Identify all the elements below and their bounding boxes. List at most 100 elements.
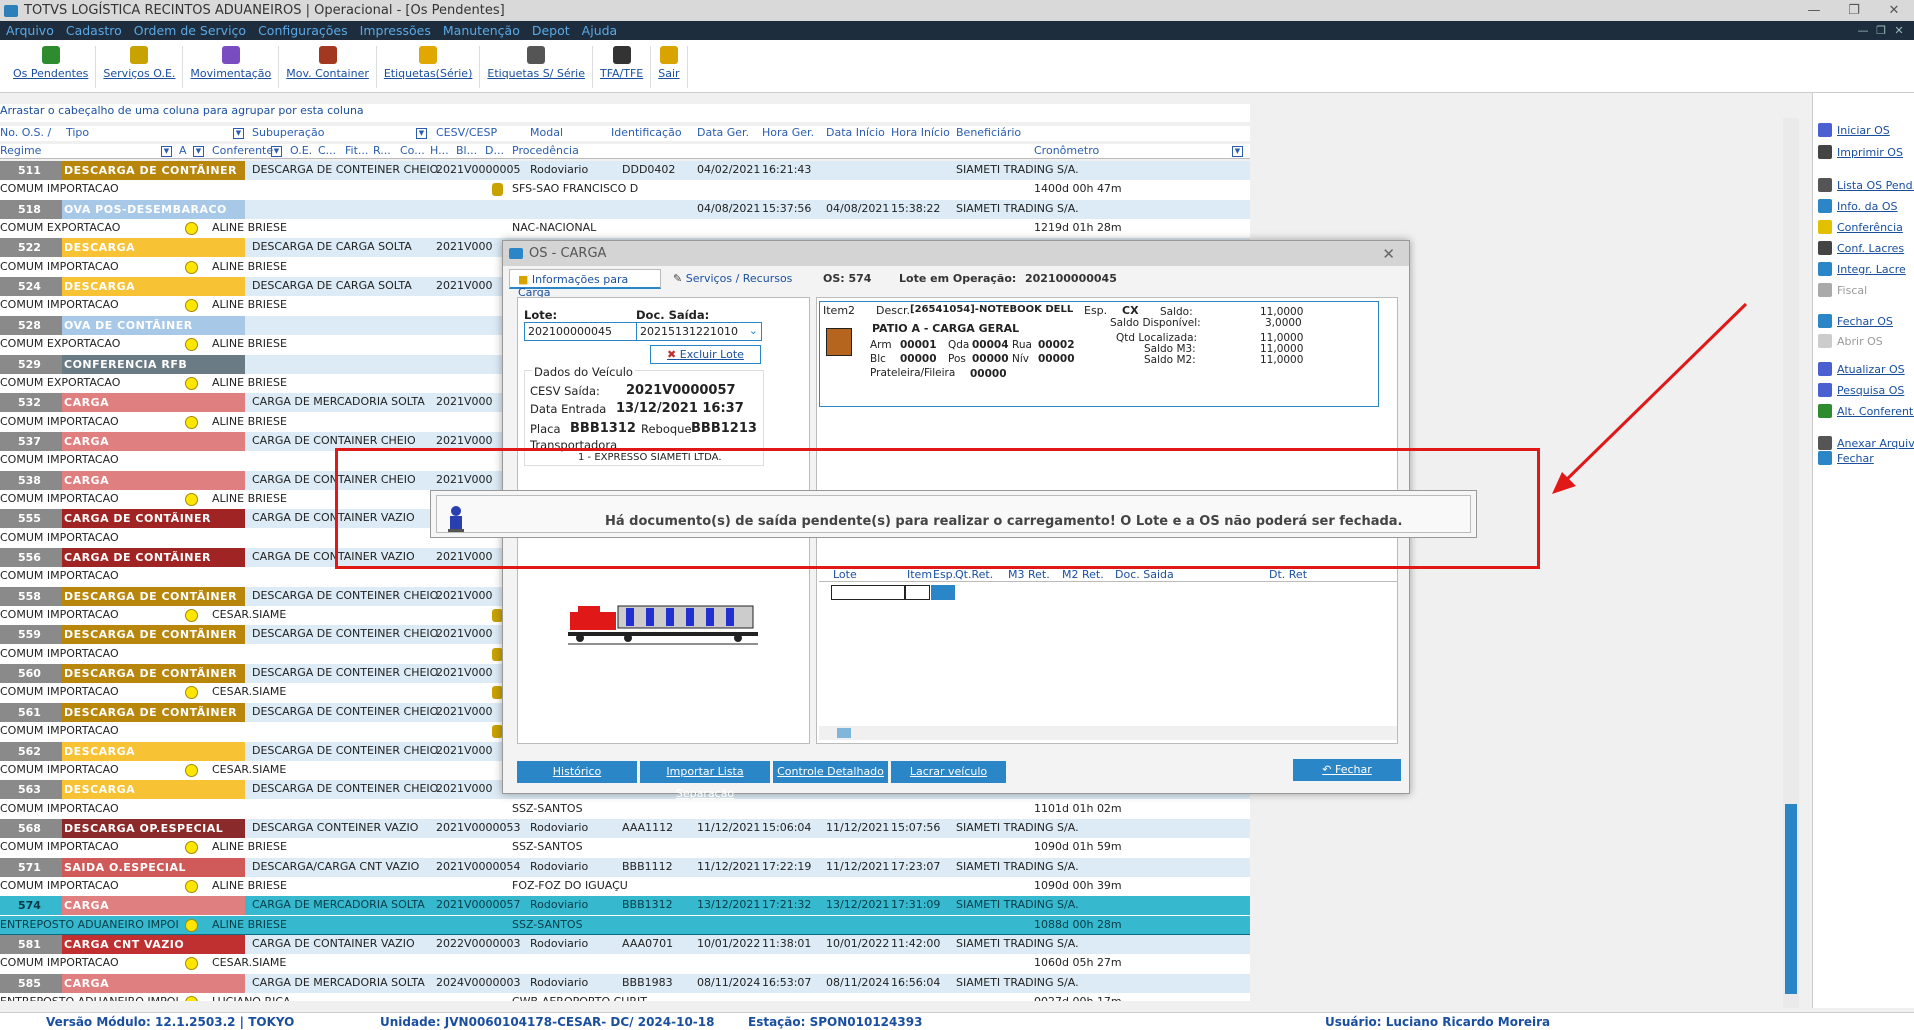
fechar-dialog-button[interactable]: ↶ Fechar [1293, 759, 1401, 781]
suboperacao-filter-icon[interactable]: ▼ [416, 128, 427, 139]
action-14[interactable]: Fechar [1813, 451, 1874, 465]
menu-ajuda[interactable]: Ajuda [576, 23, 624, 38]
col-beneficiario[interactable]: Beneficiário [956, 126, 1021, 139]
col-conferente[interactable]: Conferente [212, 144, 273, 157]
regime-filter-icon[interactable]: ▼ [161, 146, 172, 157]
tipo-cell[interactable]: CARGA [62, 470, 245, 490]
cronometro-filter-icon[interactable]: ▼ [1232, 146, 1243, 157]
os-number-cell[interactable]: 511 [0, 161, 62, 180]
action-6[interactable]: Integr. Lacre [1813, 262, 1906, 276]
tipo-cell[interactable]: DESCARGA [62, 277, 245, 297]
os-number-cell[interactable]: 556 [0, 548, 62, 567]
table-row-detail[interactable]: COMUM IMPORTACAO CESAR.SIAME 1060d 05h 27m [0, 954, 1250, 974]
toolbar-button-3[interactable]: Mov. Container [279, 46, 377, 88]
col-cesv[interactable]: CESV/CESP [436, 126, 497, 139]
horizontal-scrollbar[interactable] [819, 726, 1397, 740]
action-13[interactable]: Anexar Arquivos [1813, 436, 1914, 450]
os-number-cell[interactable]: 529 [0, 354, 62, 374]
toolbar-button-2[interactable]: Movimentação [183, 46, 280, 88]
os-number-cell[interactable]: 555 [0, 509, 62, 529]
os-number-cell[interactable]: 528 [0, 315, 62, 335]
importar-lista-button[interactable]: Importar Lista Separação [640, 761, 770, 800]
os-number-cell[interactable]: 568 [0, 818, 62, 838]
table-row-detail[interactable]: ENTREPOSTO ADUANEIRO IMPOI LUCIANO RICA CW… [0, 993, 1250, 1001]
col-m2-ret[interactable]: M2 Ret. [1062, 568, 1104, 581]
table-row[interactable]: 571 SAIDA O.ESPECIAL DESCARGA/CARGA CNT VA… [0, 857, 1250, 877]
os-number-cell[interactable]: 563 [0, 780, 62, 800]
excluir-lote-button[interactable]: ✖ Excluir Lote [650, 345, 761, 364]
col-hora-ger[interactable]: Hora Ger. [762, 126, 814, 139]
tipo-cell[interactable]: OVA POS-DESEMBARACO [62, 199, 245, 219]
col-r[interactable]: R... [373, 144, 391, 157]
col-doc-saida[interactable]: Doc. Saida [1115, 568, 1174, 581]
tipo-cell[interactable]: CARGA [62, 896, 245, 916]
os-number-cell[interactable]: 522 [0, 238, 62, 258]
table-row[interactable]: 574 CARGA CARGA DE MERCADORIA SOLTA 2021V00… [0, 896, 1250, 916]
col-fit[interactable]: Fit... [345, 144, 368, 157]
col-regime[interactable]: Regime [0, 144, 41, 157]
toolbar-button-5[interactable]: Etiquetas S/ Série [480, 46, 593, 88]
os-number-cell[interactable]: 581 [0, 935, 62, 954]
menu-cadastro[interactable]: Cadastro [60, 23, 128, 38]
toolbar-button-6[interactable]: TFA/TFE [593, 46, 652, 88]
table-row[interactable]: 568 DESCARGA OP.ESPECIAL DESCARGA CONTEINE… [0, 818, 1250, 838]
tipo-cell[interactable]: DESCARGA DE CONTÃINER [62, 161, 245, 180]
col-c[interactable]: C... [318, 144, 336, 157]
menu-configuracoes[interactable]: Configurações [252, 23, 354, 38]
tipo-cell[interactable]: CARGA [62, 431, 245, 451]
tipo-cell[interactable]: DESCARGA DE CONTÃINER [62, 664, 245, 684]
os-number-cell[interactable]: 585 [0, 973, 62, 993]
table-row-detail[interactable]: COMUM IMPORTACAO SSZ-SANTOS 1101d 01h 02m [0, 799, 1250, 819]
col-data-inicio[interactable]: Data Início [826, 126, 885, 139]
col-modal[interactable]: Modal [530, 126, 563, 139]
tipo-cell[interactable]: CARGA DE CONTÃINER [62, 509, 245, 529]
doc-saida-select[interactable]: 20215131221010 ⌄ [636, 322, 762, 341]
action-8[interactable]: Fechar OS [1813, 314, 1893, 328]
controle-detalhado-button[interactable]: Controle Detalhado [773, 761, 888, 783]
col-esp[interactable]: Esp. [933, 568, 956, 581]
tipo-cell[interactable]: SAIDA O.ESPECIAL [62, 857, 245, 877]
table-row[interactable]: 585 CARGA CARGA DE MERCADORIA SOLTA 2024V00… [0, 973, 1250, 993]
table-row[interactable]: 581 CARGA CNT VAZIO CARGA DE CONTAINER VAZ… [0, 935, 1250, 954]
restore-icon[interactable]: ❐ [1834, 0, 1874, 21]
os-number-cell[interactable]: 561 [0, 702, 62, 722]
menu-arquivo[interactable]: Arquivo [0, 23, 60, 38]
action-11[interactable]: Pesquisa OS [1813, 383, 1904, 397]
esp-cell[interactable] [931, 585, 955, 600]
col-qt-ret[interactable]: Qt.Ret. [955, 568, 993, 581]
col-data-ger[interactable]: Data Ger. [697, 126, 749, 139]
mdi-close-icon[interactable]: ✕ [1890, 21, 1908, 40]
action-12[interactable]: Alt. Conferente [1813, 404, 1914, 418]
os-number-cell[interactable]: 574 [0, 896, 62, 916]
menu-depot[interactable]: Depot [526, 23, 576, 38]
os-number-cell[interactable]: 560 [0, 664, 62, 684]
historico-button[interactable]: Histórico [517, 761, 637, 783]
action-0[interactable]: Iniciar OS [1813, 123, 1890, 137]
col-hora-inicio[interactable]: Hora Início [891, 126, 950, 139]
os-number-cell[interactable]: 559 [0, 625, 62, 645]
menu-ordem-servico[interactable]: Ordem de Serviço [128, 23, 252, 38]
col-d[interactable]: D... [485, 144, 504, 157]
table-row-detail[interactable]: COMUM IMPORTACAO SFS-SAO FRANCISCO D 1400d… [0, 180, 1250, 200]
toolbar-button-1[interactable]: Serviços O.E. [96, 46, 184, 88]
os-number-cell[interactable]: 524 [0, 277, 62, 297]
col-identificacao[interactable]: Identificação [611, 126, 682, 139]
close-icon[interactable]: ✕ [1874, 0, 1914, 21]
action-10[interactable]: Atualizar OS [1813, 362, 1905, 376]
col-h[interactable]: H... [430, 144, 449, 157]
col-lote[interactable]: Lote [833, 568, 857, 581]
action-2[interactable]: Lista OS Pend. [1813, 178, 1914, 192]
tab-servicos-recursos[interactable]: ✎ Serviços / Recursos [665, 269, 805, 289]
mdi-restore-icon[interactable]: ❐ [1872, 21, 1890, 40]
menu-manutencao[interactable]: Manutenção [437, 23, 526, 38]
col-tipo[interactable]: Tipo [66, 126, 89, 139]
scrollbar-thumb[interactable] [1785, 804, 1797, 994]
table-row-detail[interactable]: COMUM IMPORTACAO ALINE BRIESE FOZ-FOZ DO I… [0, 876, 1250, 896]
col-dt-ret[interactable]: Dt. Ret [1269, 568, 1307, 581]
horizontal-scroll-thumb[interactable] [837, 728, 851, 738]
tipo-cell[interactable]: DESCARGA OP.ESPECIAL [62, 818, 245, 838]
table-row-detail[interactable]: COMUM EXPORTACAO ALINE BRIESE NAC-NACIONAL… [0, 219, 1250, 239]
col-item[interactable]: Item [907, 568, 932, 581]
grid-scrollbar[interactable] [1783, 118, 1799, 1008]
tipo-cell[interactable]: CARGA DE CONTÃINER [62, 548, 245, 567]
